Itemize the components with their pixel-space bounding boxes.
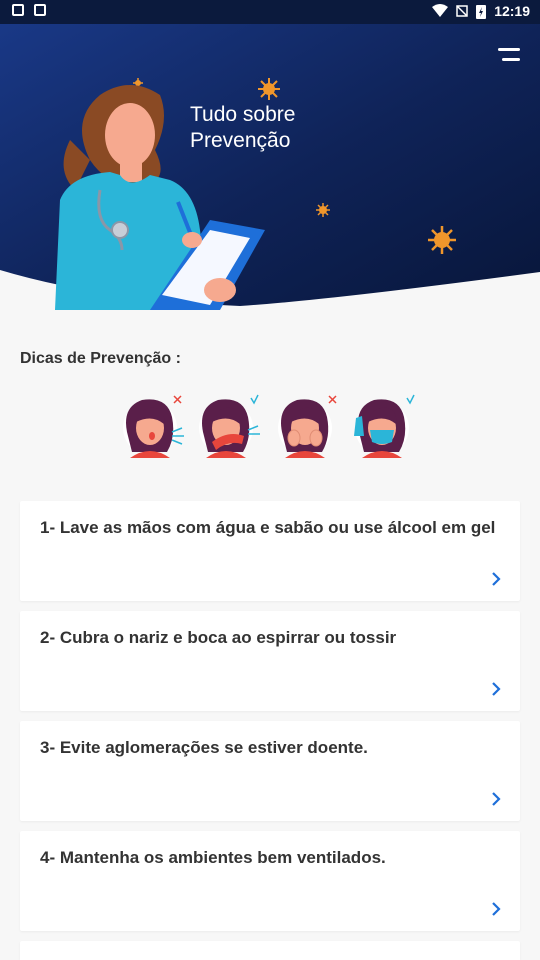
status-bar: 12:19 [0,0,540,24]
tip-card-3[interactable]: 3- Evite aglomerações se estiver doente. [20,721,520,821]
tip-card-5[interactable] [20,941,520,960]
text-notification-icon [34,4,46,16]
page-title-line2: Prevenção [190,129,291,152]
cough-without-cover-icon [123,395,184,458]
status-left [12,4,46,16]
virus-icon [316,203,330,217]
cough-into-elbow-icon [199,394,260,458]
hero-header: Tudo sobre Prevenção [0,0,540,320]
gallery-notification-icon [12,4,24,16]
chevron-right-icon [492,572,501,586]
chevron-right-icon [492,682,501,696]
tip-card-label: 4- Mantenha os ambientes bem ventilados. [40,848,386,867]
section-title: Dicas de Prevenção : [20,350,181,367]
tip-card-4[interactable]: 4- Mantenha os ambientes bem ventilados. [20,831,520,931]
virus-icon [428,226,456,254]
prevention-tips-icons [122,392,422,458]
tip-card-label: 3- Evite aglomerações se estiver doente. [40,738,368,757]
page-title-line1: Tudo sobre [190,103,296,126]
battery-charging-icon [476,4,487,19]
wifi-icon [432,4,449,17]
tip-card-2[interactable]: 2- Cubra o nariz e boca ao espirrar ou t… [20,611,520,711]
menu-line [498,48,520,51]
tip-card-label: 2- Cubra o nariz e boca ao espirrar ou t… [40,628,397,647]
status-right: 12:19 [432,3,530,19]
chevron-right-icon [492,792,501,806]
page-title: Tudo sobre Prevenção [190,102,350,154]
tip-card-1[interactable]: 1- Lave as mãos com água e sabão ou use … [20,501,520,601]
no-signal-icon [456,5,468,17]
wear-mask-icon [354,394,415,458]
menu-line [502,58,520,61]
touch-face-icon [278,395,337,458]
tip-card-label: 1- Lave as mãos com água e sabão ou use … [40,518,496,537]
chevron-right-icon [492,902,501,916]
status-time: 12:19 [494,3,530,19]
menu-button[interactable] [496,48,520,66]
